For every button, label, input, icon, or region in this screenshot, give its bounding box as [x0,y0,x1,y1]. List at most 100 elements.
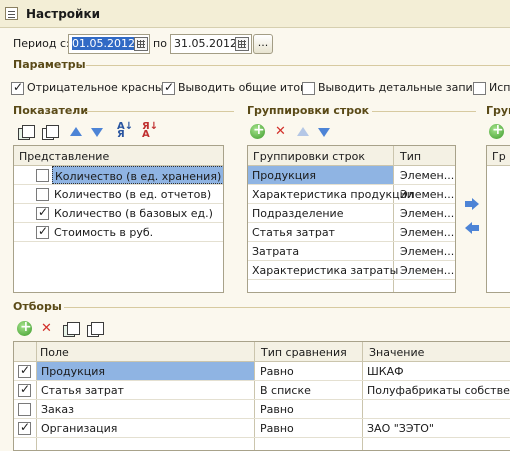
col-groups-table-header: Гр [487,146,510,166]
group-name: Статья затрат [252,226,335,239]
row-checkbox[interactable] [36,224,49,239]
filter-value: Полуфабрикаты собствен.из [367,384,510,397]
period-row: Период с: 01.05.2012 по 31.05.2012 ... [0,34,510,56]
calendar-icon[interactable] [134,37,148,51]
table-row[interactable]: Стоимость в руб. [14,223,223,242]
col-presentation: Представление [19,150,110,163]
filters-table: Поле Тип сравнения Значение Продукция Ра… [13,341,510,451]
row-checkbox[interactable] [36,188,49,201]
param-label: Отрицательное красным [27,81,172,94]
row-groups-table-header: Группировки строк Тип [248,146,455,166]
table-row[interactable]: Количество (в базовых ед.) [14,204,223,223]
delete-icon[interactable] [39,321,55,337]
table-row[interactable]: Количество (в ед. отчетов) [14,185,223,204]
period-select-button[interactable]: ... [253,34,273,54]
group-name: Продукция [248,166,393,184]
col-compare: Тип сравнения [261,346,347,359]
param-show-details-checkbox[interactable] [302,81,315,95]
indicator-label: Количество (в ед. отчетов) [54,188,212,201]
param-show-details[interactable]: Выводить детальные записи [302,81,486,95]
filter-field: Организация [41,422,118,435]
col-groups-title: Груп [486,104,510,117]
move-left-icon[interactable] [465,222,479,234]
table-row[interactable]: Продукция Элемен... [248,166,455,185]
params-divider [86,65,510,66]
indicators-table-header: Представление [14,146,223,166]
param-label: Выводить детальные записи [318,81,486,94]
param-label: Выводить общие итоги [178,81,314,94]
table-row[interactable]: Заказ Равно [14,400,510,419]
col-field: Поле [40,346,69,359]
table-row[interactable]: Характеристика продукции Элемен... [248,185,455,204]
table-row[interactable]: Характеристика затраты Элемен... [248,261,455,280]
indicator-label: Количество (в ед. хранения) [52,166,223,184]
param-use-checkbox[interactable] [473,81,486,95]
group-name: Затрата [252,245,300,258]
delete-icon[interactable] [273,124,289,140]
indicators-table: Представление Количество (в ед. хранения… [13,145,224,293]
move-up-icon[interactable] [295,124,311,140]
check-all-icon[interactable] [63,322,80,337]
indicator-label: Стоимость в руб. [54,226,154,239]
table-row[interactable]: Продукция Равно ШКАФ [14,362,510,381]
move-right-icon[interactable] [465,198,479,210]
group-type: Элемен... [400,207,455,220]
col-value: Значение [369,346,425,359]
filters-divider [64,307,510,308]
group-type: Элемен... [400,169,455,182]
group-name: Характеристика затраты [252,264,399,277]
group-type: Элемен... [400,264,455,277]
add-icon[interactable] [250,122,265,139]
filter-compare: Равно [260,422,294,435]
move-down-icon[interactable] [89,124,105,140]
filters-table-header: Поле Тип сравнения Значение [14,342,510,362]
param-negative-red[interactable]: Отрицательное красным [11,80,172,95]
group-type: Элемен... [400,188,455,201]
row-groups-title: Группировки строк [247,104,370,117]
calendar-icon[interactable] [235,37,249,51]
group-name: Характеристика продукции [252,188,414,201]
filter-field: Продукция [37,362,254,380]
filter-compare: Равно [260,365,294,378]
check-all-icon[interactable] [18,125,35,140]
move-down-icon[interactable] [316,124,332,140]
row-checkbox[interactable] [36,205,49,220]
filter-compare: В списке [260,384,311,397]
row-groups-divider [372,111,476,112]
table-row[interactable]: Статья затрат Элемен... [248,223,455,242]
param-show-totals-checkbox[interactable] [162,80,175,95]
table-row[interactable]: Затрата Элемен... [248,242,455,261]
period-from-label: Период с: [13,37,70,50]
table-row[interactable]: Статья затрат В списке Полуфабрикаты соб… [14,381,510,400]
row-checkbox[interactable] [18,382,31,397]
table-row[interactable]: Подразделение Элемен... [248,204,455,223]
row-checkbox[interactable] [18,363,31,378]
table-row[interactable]: Организация Равно ЗАО "ЗЭТО" [14,419,510,438]
param-show-totals[interactable]: Выводить общие итоги [162,80,314,95]
indicators-title: Показатели [13,104,89,117]
add-icon[interactable] [489,122,504,139]
param-negative-red-checkbox[interactable] [11,80,24,95]
row-checkbox[interactable] [18,420,31,435]
indicator-label: Количество (в базовых ед.) [54,207,213,220]
param-use[interactable]: Испо [473,81,510,95]
col-type: Тип [400,150,422,163]
move-up-icon[interactable] [68,124,84,140]
uncheck-all-icon[interactable] [87,322,104,337]
add-icon[interactable] [17,319,32,336]
row-groups-table: Группировки строк Тип Продукция Элемен..… [247,145,456,293]
sort-asc-icon[interactable]: A↓ Я [117,122,133,140]
table-row[interactable]: Количество (в ед. хранения) [14,166,223,185]
filter-value: ЗАО "ЗЭТО" [367,422,434,435]
sort-desc-icon[interactable]: Я↓ А [142,122,158,140]
period-to-label: по [153,37,167,50]
filter-field: Статья затрат [41,384,124,397]
param-label: Испо [489,81,510,94]
group-type: Элемен... [400,226,455,239]
window-icon [5,7,18,20]
col-groups-table: Гр [486,145,510,293]
row-checkbox[interactable] [36,169,49,182]
uncheck-all-icon[interactable] [42,125,59,140]
group-type: Элемен... [400,245,455,258]
row-checkbox[interactable] [18,403,31,416]
